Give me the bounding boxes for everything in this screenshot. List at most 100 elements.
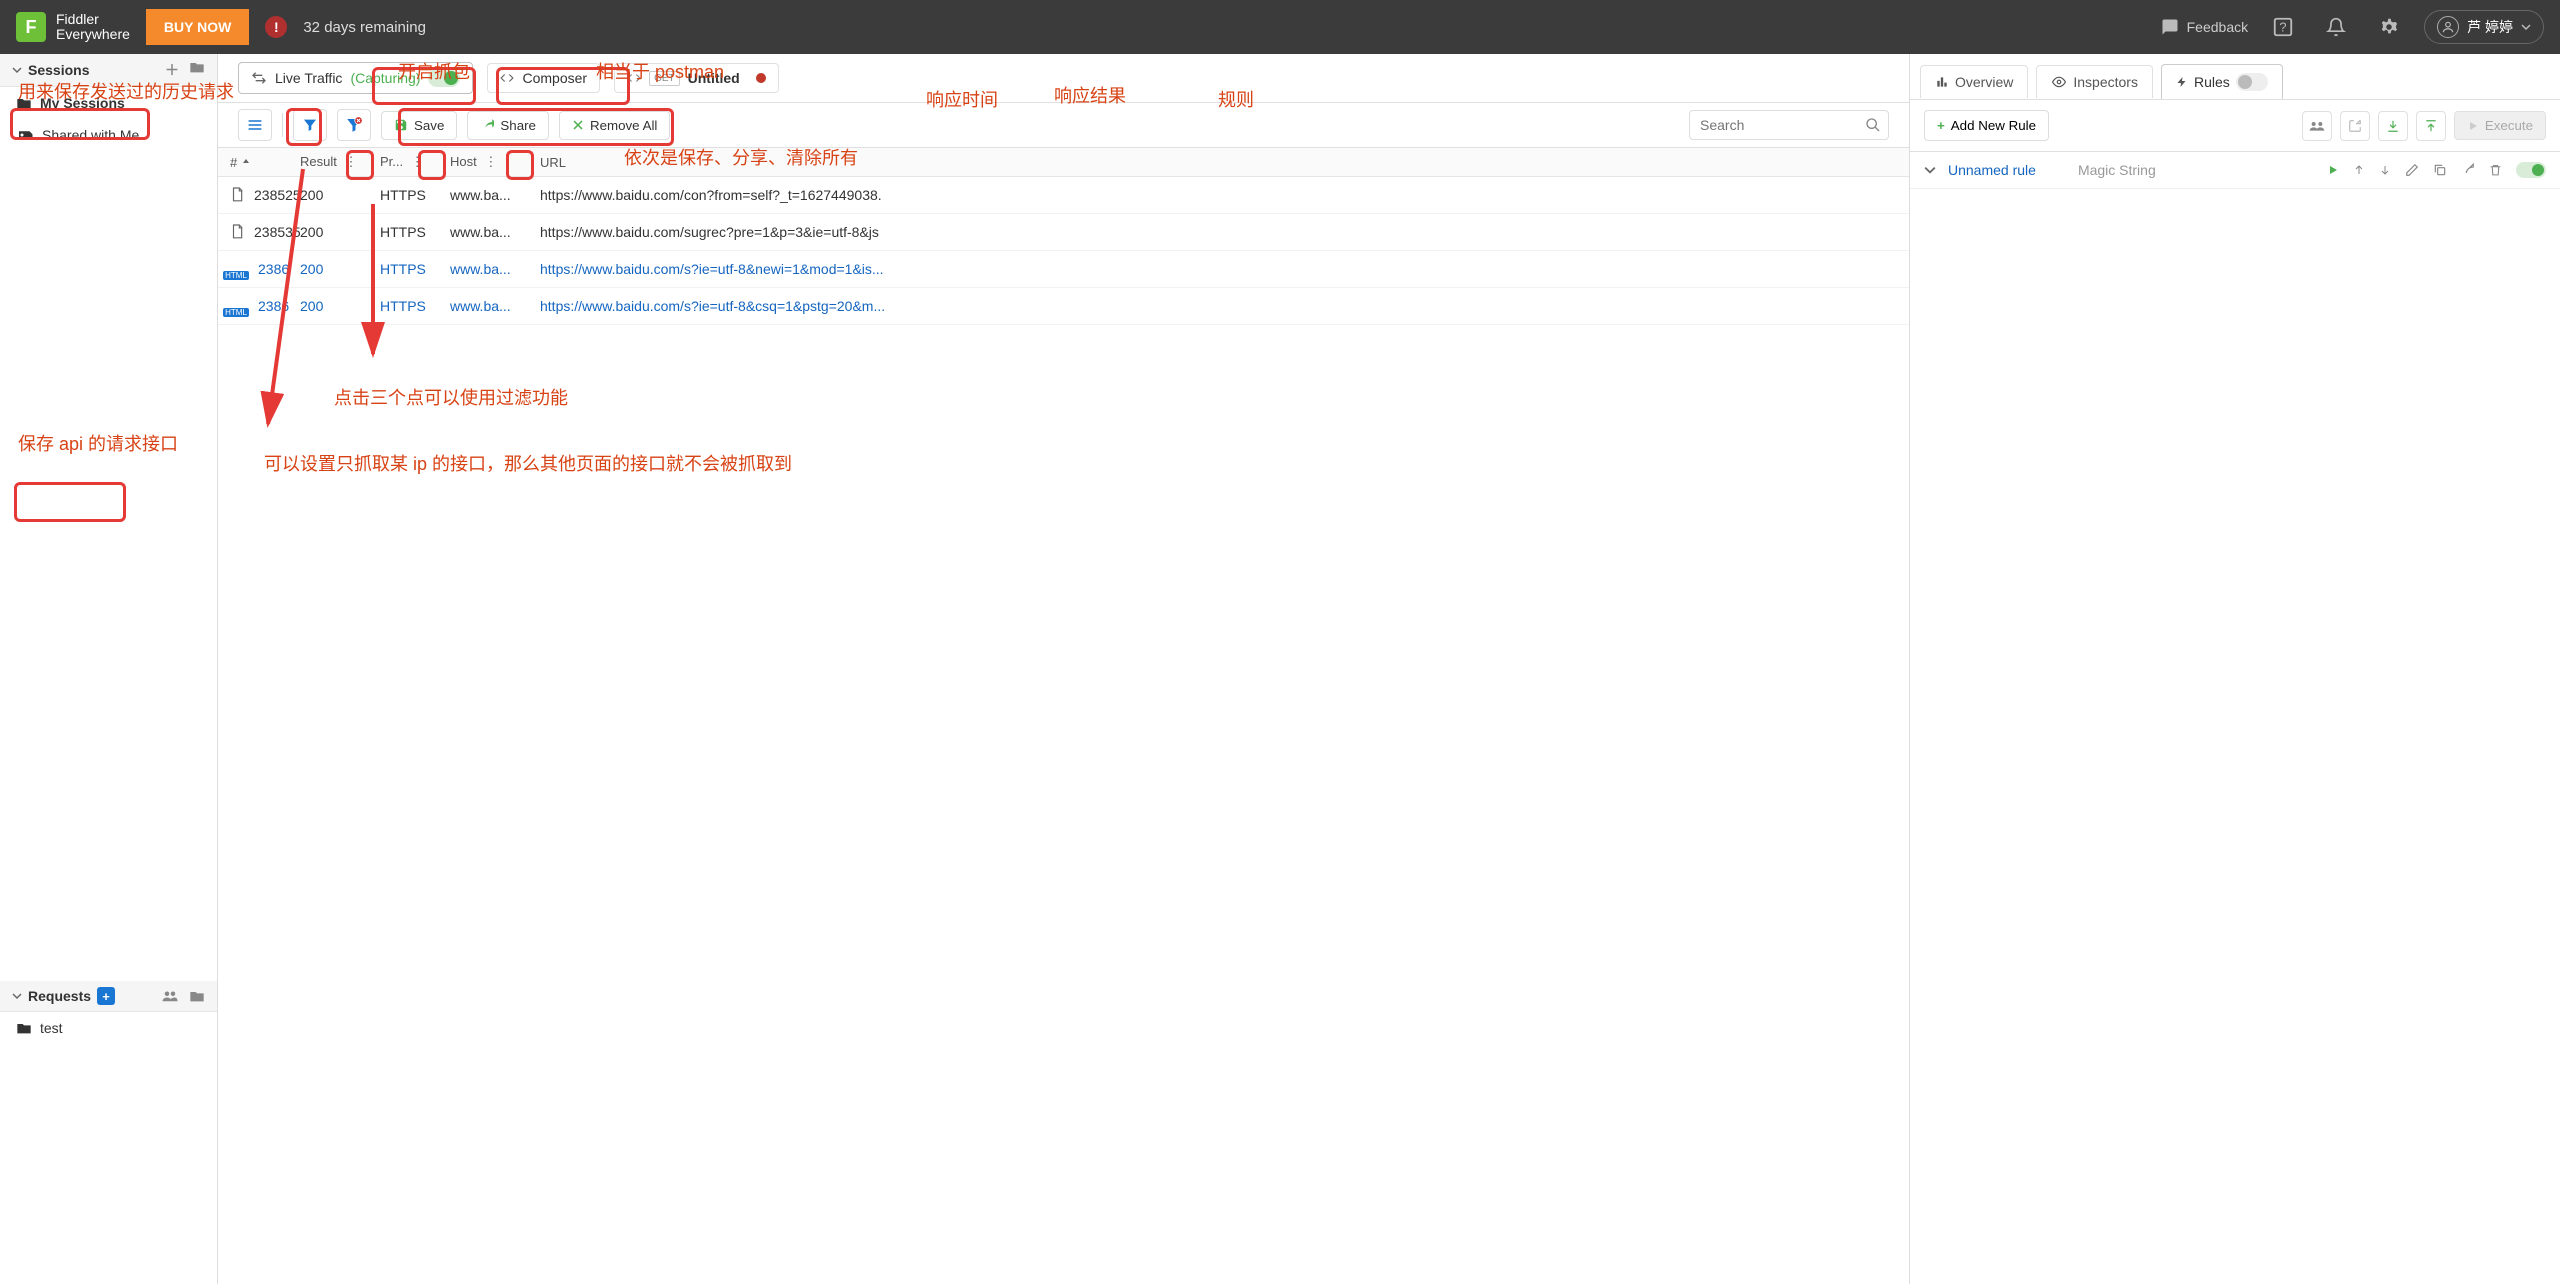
warning-icon: !	[265, 16, 287, 38]
folder-icon	[16, 1021, 32, 1035]
rule-match: Magic String	[2078, 162, 2315, 178]
column-menu-icon[interactable]: ⋮	[407, 154, 428, 169]
search-input[interactable]	[1689, 110, 1889, 140]
add-icon[interactable]: ＋	[165, 60, 179, 80]
save-button[interactable]: Save	[381, 111, 457, 140]
requests-header[interactable]: Requests +	[0, 981, 217, 1012]
clear-filter-icon[interactable]	[337, 109, 371, 141]
document-icon: HTML	[230, 295, 248, 317]
capture-toggle[interactable]	[428, 69, 460, 87]
share-icon[interactable]	[2461, 163, 2475, 177]
toolbar: Save Share Remove All	[218, 103, 1909, 148]
tabs-row: Live Traffic (Capturing) Composer GET Un…	[218, 54, 1909, 103]
users-icon[interactable]	[161, 989, 179, 1003]
column-menu-icon[interactable]: ⋮	[480, 154, 501, 169]
folder-add-icon[interactable]	[189, 989, 205, 1003]
code-icon	[500, 71, 514, 85]
method-badge: GET	[649, 71, 680, 86]
chevron-down-icon	[12, 991, 22, 1001]
traffic-panel: Live Traffic (Capturing) Composer GET Un…	[218, 54, 1910, 1284]
chevron-down-icon[interactable]	[1924, 164, 1936, 176]
tab-live-traffic[interactable]: Live Traffic (Capturing)	[238, 62, 473, 94]
table-row[interactable]: HTML2386200HTTPSwww.ba...https://www.bai…	[218, 251, 1909, 288]
trash-icon[interactable]	[2489, 163, 2502, 177]
gear-icon[interactable]	[2370, 16, 2408, 38]
plus-icon: +	[1937, 118, 1945, 133]
logo: F Fiddler Everywhere	[16, 12, 130, 43]
tab-overview[interactable]: Overview	[1920, 65, 2028, 98]
upload-icon[interactable]	[2416, 111, 2446, 141]
user-menu[interactable]: 芦 婷婷	[2424, 10, 2544, 44]
buy-now-button[interactable]: BUY NOW	[146, 9, 249, 45]
svg-text:?: ?	[2280, 20, 2287, 35]
tab-inspectors[interactable]: Inspectors	[2036, 65, 2153, 98]
document-icon	[230, 221, 244, 243]
share-icon	[480, 118, 494, 132]
play-icon[interactable]	[2327, 164, 2339, 176]
table-row[interactable]: HTML2386200HTTPSwww.ba...https://www.bai…	[218, 288, 1909, 325]
sidebar-item-shared[interactable]: Shared with Me	[0, 119, 217, 151]
remove-all-button[interactable]: Remove All	[559, 111, 670, 140]
help-icon[interactable]: ?	[2264, 16, 2302, 38]
rule-name: Unnamed rule	[1948, 162, 2036, 178]
edit-icon[interactable]	[2405, 163, 2419, 177]
table-row[interactable]: 238535200HTTPSwww.ba...https://www.baidu…	[218, 214, 1909, 251]
grid-header: # Result ⋮ Pr... ⋮ Host ⋮ URL	[218, 148, 1909, 177]
rules-toolbar: + Add New Rule Execute	[1910, 100, 2560, 152]
grid-body: 238525200HTTPSwww.ba...https://www.baidu…	[218, 177, 1909, 325]
chart-icon	[1935, 75, 1949, 89]
column-menu-icon[interactable]: ⋮	[340, 154, 361, 169]
arrow-down-icon[interactable]	[2379, 163, 2391, 177]
table-row[interactable]: 238525200HTTPSwww.ba...https://www.baidu…	[218, 177, 1909, 214]
close-tab-icon[interactable]	[756, 73, 766, 83]
chevron-down-icon	[2521, 22, 2531, 32]
code-icon	[627, 71, 641, 85]
folder-add-icon[interactable]	[189, 60, 205, 80]
group-icon[interactable]	[2302, 111, 2332, 141]
close-icon	[572, 119, 584, 131]
arrows-icon	[251, 70, 267, 86]
sessions-header[interactable]: Sessions ＋	[0, 54, 217, 87]
document-icon	[230, 184, 244, 206]
sort-asc-icon[interactable]	[241, 157, 251, 167]
search-icon	[1865, 117, 1881, 133]
rules-toggle[interactable]	[2236, 73, 2268, 91]
arrow-up-icon[interactable]	[2353, 163, 2365, 177]
folder-icon	[16, 96, 32, 110]
tab-rules[interactable]: Rules	[2161, 64, 2283, 99]
right-tabs: Overview Inspectors Rules	[1910, 54, 2560, 100]
share-button[interactable]: Share	[467, 111, 549, 140]
feedback-button[interactable]: Feedback	[2161, 18, 2248, 36]
right-panel: Overview Inspectors Rules + A	[1910, 54, 2560, 1284]
bolt-icon	[2176, 74, 2188, 90]
logo-icon: F	[16, 12, 46, 42]
add-request-icon[interactable]: +	[97, 987, 115, 1005]
rule-toggle[interactable]	[2516, 162, 2546, 178]
play-icon	[2467, 120, 2479, 132]
user-name: 芦 婷婷	[2467, 17, 2513, 37]
stream-icon[interactable]	[238, 109, 272, 141]
sidebar: Sessions ＋ My Sessions Shared with Me	[0, 54, 218, 1284]
document-icon: HTML	[230, 258, 248, 280]
search-box	[1689, 110, 1889, 140]
capturing-label: (Capturing)	[350, 70, 420, 86]
copy-icon[interactable]	[2433, 163, 2447, 177]
filter-icon[interactable]	[293, 109, 327, 141]
chevron-down-icon	[12, 65, 22, 75]
export-icon[interactable]	[2340, 111, 2370, 141]
tab-untitled[interactable]: GET Untitled	[614, 63, 779, 93]
save-icon	[394, 118, 408, 132]
topbar: F Fiddler Everywhere BUY NOW ! 32 days r…	[0, 0, 2560, 54]
bell-icon[interactable]	[2318, 17, 2354, 37]
feedback-icon	[2161, 18, 2179, 36]
avatar-icon	[2437, 16, 2459, 38]
download-icon[interactable]	[2378, 111, 2408, 141]
rule-row[interactable]: Unnamed rule Magic String	[1910, 152, 2560, 189]
add-rule-button[interactable]: + Add New Rule	[1924, 110, 2049, 141]
tab-composer[interactable]: Composer	[487, 63, 600, 93]
execute-button[interactable]: Execute	[2454, 111, 2546, 140]
sidebar-item-my-sessions[interactable]: My Sessions	[0, 87, 217, 119]
eye-icon	[2051, 75, 2067, 89]
logo-text: Fiddler Everywhere	[56, 12, 130, 43]
sidebar-item-test[interactable]: test	[0, 1012, 217, 1044]
